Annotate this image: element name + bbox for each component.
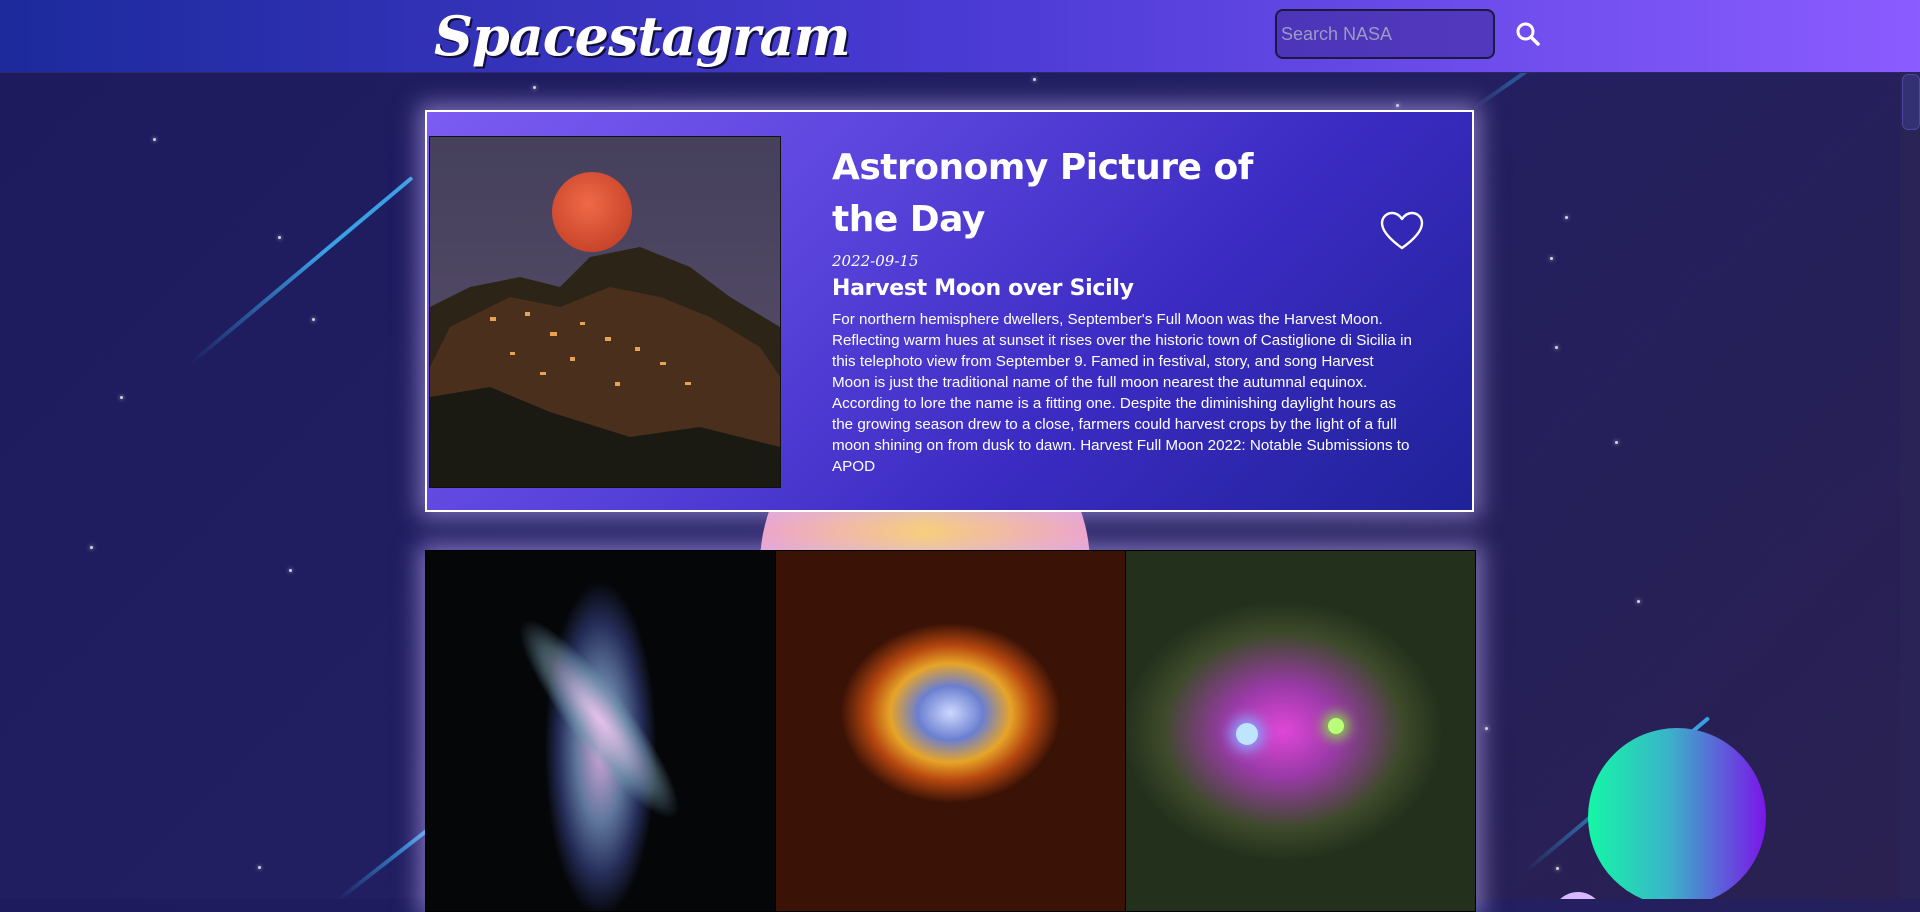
star [278, 236, 281, 239]
star [1556, 867, 1559, 870]
like-button[interactable] [1378, 208, 1426, 256]
star [1555, 346, 1558, 349]
small-planet [1552, 892, 1604, 899]
apod-description: For northern hemisphere dwellers, Septem… [832, 311, 1412, 475]
gradient-planet [1588, 728, 1766, 899]
star [289, 569, 292, 572]
search-input[interactable] [1277, 10, 1515, 58]
search-icon [1516, 22, 1540, 46]
star [1637, 600, 1640, 603]
star [1565, 216, 1568, 219]
shooting-star [188, 176, 414, 366]
star [1396, 104, 1399, 107]
app-logo[interactable]: Spacestagram [434, 4, 851, 68]
star [1550, 257, 1553, 260]
apod-image[interactable] [429, 136, 781, 488]
apod-heading: Astronomy Picture of the Day [832, 147, 1253, 240]
star [1485, 727, 1488, 730]
star [533, 86, 536, 89]
scrollbar-thumb[interactable] [1902, 74, 1920, 130]
apod-date: 2022-09-15 [832, 252, 919, 270]
search-button[interactable] [1515, 12, 1541, 56]
gallery-tile-galaxy-cluster[interactable] [1126, 551, 1475, 911]
search-bar [1275, 9, 1540, 59]
star [90, 546, 93, 549]
harvest-moon-illustration [430, 137, 780, 487]
top-navbar: Spacestagram [0, 0, 1920, 73]
apod-card: Astronomy Picture of the Day 2022-09-15 … [425, 110, 1474, 512]
star [1615, 441, 1618, 444]
star [312, 318, 315, 321]
gallery-tile-nebula[interactable] [776, 551, 1126, 911]
heart-outline-icon [1380, 211, 1424, 250]
star [153, 138, 156, 141]
apod-content: Astronomy Picture of the Day 2022-09-15 … [832, 142, 1412, 477]
apod-title: Harvest Moon over Sicily [832, 276, 1134, 301]
vertical-scrollbar[interactable] [1900, 72, 1920, 899]
star [1033, 78, 1036, 81]
star [120, 396, 123, 399]
image-gallery [425, 550, 1476, 912]
gallery-tile-spiral-galaxy[interactable] [426, 551, 776, 911]
star [258, 866, 261, 869]
